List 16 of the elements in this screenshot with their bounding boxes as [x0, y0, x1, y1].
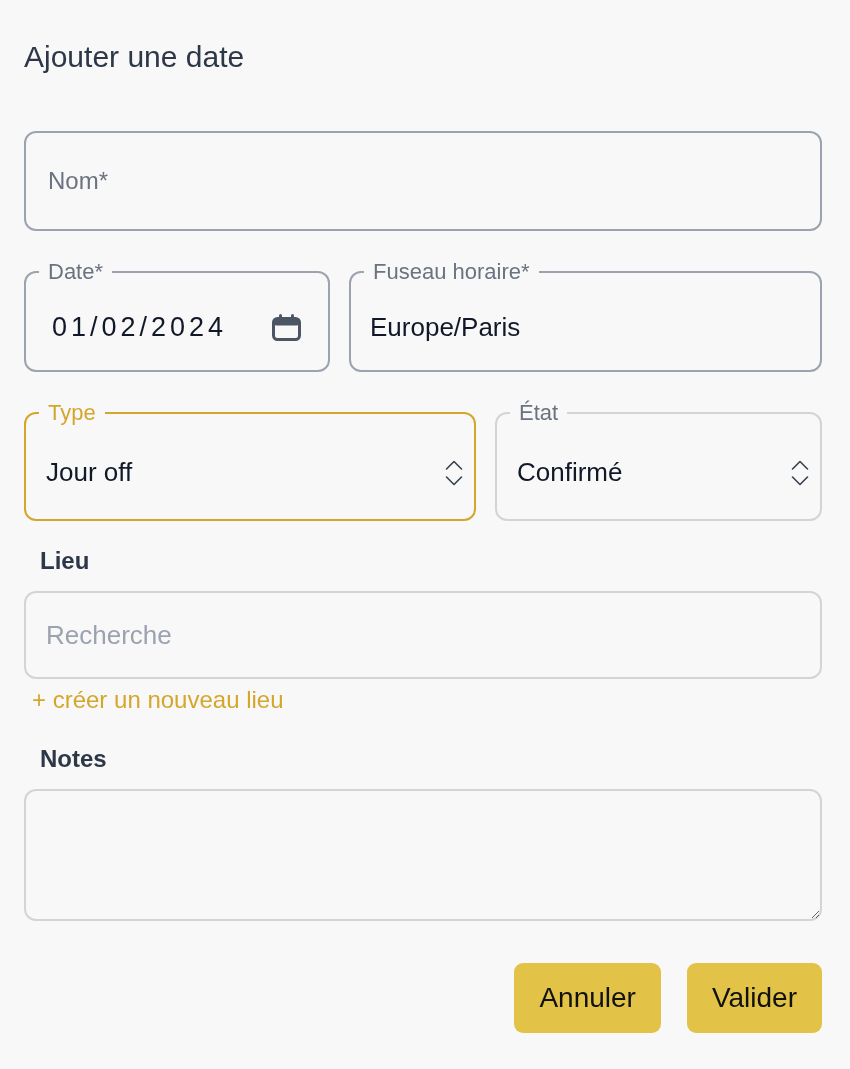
field-label: Notes — [39, 744, 108, 774]
action-button[interactable]: Annuler — [514, 963, 661, 1033]
chevron-up-down-icon — [445, 459, 463, 486]
calendar-icon[interactable] — [272, 314, 301, 341]
chevron-up-down-icon — [791, 459, 809, 486]
field-label: Fuseau horaire* — [372, 259, 531, 285]
status-select[interactable]: État Confirmé — [495, 400, 822, 521]
field-label: État — [518, 400, 560, 426]
dialog-title: Ajouter une date — [24, 39, 246, 75]
field-label: Date* — [47, 259, 105, 285]
field-label: Lieu — [39, 546, 91, 576]
notes-field[interactable] — [24, 789, 822, 921]
field-label: Type — [47, 400, 97, 426]
name-field[interactable]: Nom* — [24, 131, 822, 231]
search-field[interactable]: Recherche — [24, 591, 822, 679]
action-button[interactable]: Valider — [686, 963, 822, 1033]
